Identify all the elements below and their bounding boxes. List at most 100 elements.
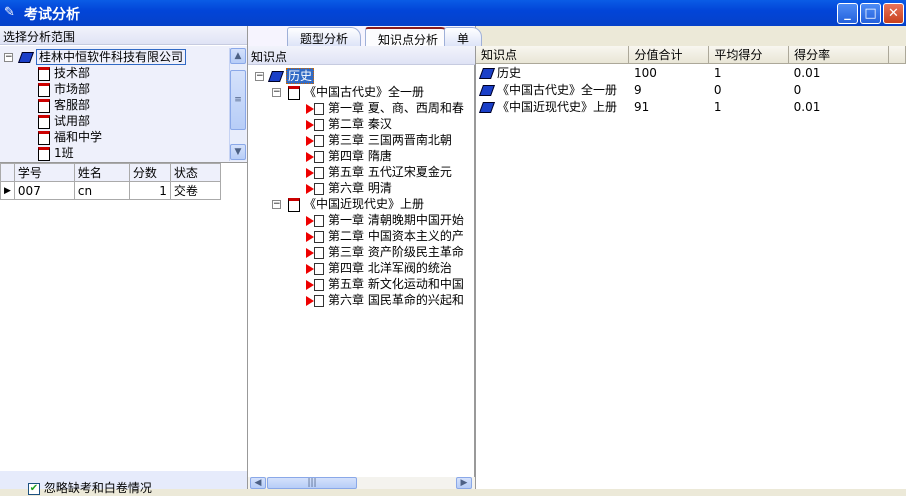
table-row[interactable]: 历史 100 1 0.01 <box>476 64 906 82</box>
table-row[interactable]: ▶ 007 cn 1 交卷 <box>0 181 221 200</box>
cell-total: 100 <box>633 65 657 80</box>
scroll-up-button[interactable]: ▲ <box>230 48 246 64</box>
tree-node[interactable]: 1班 <box>38 145 74 161</box>
tab-knowledge[interactable]: 知识点分析 <box>365 27 452 47</box>
arrow-icon <box>306 183 314 194</box>
node-label: 1班 <box>54 146 74 160</box>
tree-node[interactable]: 市场部 <box>38 81 90 97</box>
cell-total: 9 <box>633 82 642 97</box>
vertical-scrollbar[interactable]: ▲ ≡ ▼ <box>229 48 246 161</box>
tree-node-book[interactable]: 《中国古代史》全一册 <box>288 84 424 100</box>
calendar-icon <box>38 98 50 113</box>
tree-node-root[interactable]: 历史 <box>267 68 315 84</box>
tree-node-chapter[interactable]: 第四章 隋唐 <box>306 148 392 164</box>
col-name[interactable]: 姓名 <box>73 163 130 182</box>
collapse-icon[interactable]: − <box>272 200 281 209</box>
student-grid: 学号 姓名 分数 状态 ▶ 007 cn 1 交卷 <box>0 163 221 200</box>
tree-node-chapter[interactable]: 第三章 资产阶级民主革命 <box>306 244 464 260</box>
tab-question-type[interactable]: 题型分析 <box>287 27 362 46</box>
scroll-left-button[interactable]: ◀ <box>250 477 266 489</box>
col-id[interactable]: 学号 <box>13 163 75 182</box>
col-avg[interactable]: 平均得分 <box>708 46 790 64</box>
options-bar: ✔ 忽略缺考和白卷情况 <box>0 471 247 495</box>
tree-node-root[interactable]: 桂林中恒软件科技有限公司 <box>17 49 187 65</box>
cell-avg: 0 <box>713 82 722 97</box>
knowledge-header: 知识点 <box>248 46 475 65</box>
tree-node-chapter[interactable]: 第六章 国民革命的兴起和 <box>306 292 464 308</box>
col-status[interactable]: 状态 <box>169 163 221 182</box>
knowledge-name: 《中国近现代史》上册 <box>497 100 618 114</box>
node-label: 技术部 <box>54 66 91 80</box>
middle-panel: 题型分析 知识点分析 单题分析 知识点 − 历史 − 《中国古代史》全一册第一章 … <box>247 26 483 489</box>
node-label: 市场部 <box>54 82 91 96</box>
table-row[interactable]: 《中国古代史》全一册 9 0 0 <box>476 81 906 98</box>
tree-node[interactable]: 试用部 <box>38 113 90 129</box>
col-rate[interactable]: 得分率 <box>788 46 889 64</box>
tree-node-chapter[interactable]: 第二章 中国资本主义的产 <box>306 228 464 244</box>
close-button[interactable]: ✕ <box>883 3 904 24</box>
table-row[interactable]: 《中国近现代史》上册 91 1 0.01 <box>476 98 906 115</box>
scroll-right-button[interactable]: ▶ <box>456 477 472 489</box>
tab-single-question[interactable]: 单题分析 <box>444 27 483 97</box>
collapse-icon[interactable]: − <box>255 72 264 81</box>
node-label: 第六章 明清 <box>328 181 392 195</box>
arrow-icon <box>306 215 314 226</box>
arrow-icon <box>306 167 314 178</box>
node-label: 试用部 <box>54 114 91 128</box>
calendar-icon <box>38 130 50 145</box>
tree-node-book[interactable]: 《中国近现代史》上册 <box>288 196 424 212</box>
calendar-icon <box>38 82 50 97</box>
col-knowledge[interactable]: 知识点 <box>476 46 630 64</box>
node-label: 客服部 <box>54 98 91 112</box>
document-icon <box>314 166 324 179</box>
scroll-thumb[interactable]: ≡ <box>230 70 246 130</box>
col-total[interactable]: 分值合计 <box>628 46 710 64</box>
tree-node-chapter[interactable]: 第六章 明清 <box>306 180 392 196</box>
left-panel: 选择分析范围 − 桂林中恒软件科技有限公司 技术部 市场部 客服部 试用部 福和中学 1班… <box>0 26 247 495</box>
minimize-button[interactable]: _ <box>837 3 858 24</box>
document-icon <box>314 102 324 115</box>
window-title: 考试分析 <box>24 7 80 23</box>
maximize-button[interactable]: □ <box>860 3 881 24</box>
ignore-absent-checkbox[interactable]: ✔ 忽略缺考和白卷情况 <box>28 479 152 496</box>
calendar-icon <box>38 146 50 161</box>
document-icon <box>314 182 324 195</box>
document-icon <box>314 278 324 291</box>
tree-node-chapter[interactable]: 第三章 三国两晋南北朝 <box>306 132 452 148</box>
cell-knowledge: 历史 <box>476 64 629 82</box>
title-bar: ✎ 考试分析 _ □ ✕ <box>0 0 906 26</box>
collapse-icon[interactable]: − <box>4 53 13 62</box>
node-label: 第五章 新文化运动和中国 <box>328 277 464 291</box>
cell-avg: 1 <box>713 99 722 114</box>
node-label: 第六章 国民革命的兴起和 <box>328 293 464 307</box>
calendar-icon <box>288 85 300 100</box>
calendar-icon <box>38 114 50 129</box>
arrow-icon <box>306 135 314 146</box>
tree-node-chapter[interactable]: 第五章 五代辽宋夏金元 <box>306 164 452 180</box>
book-icon <box>478 102 496 113</box>
tree-node-chapter[interactable]: 第一章 清朝晚期中国开始 <box>306 212 464 228</box>
calendar-icon <box>288 197 300 212</box>
app-icon: ✎ <box>4 5 15 20</box>
tree-node[interactable]: 福和中学 <box>38 129 102 145</box>
scroll-thumb[interactable]: ||| <box>267 477 357 489</box>
tree-node-chapter[interactable]: 第四章 北洋军阀的统治 <box>306 260 452 276</box>
cell-name: cn <box>73 181 130 200</box>
node-label: 《中国古代史》全一册 <box>304 85 425 99</box>
node-label: 第一章 清朝晚期中国开始 <box>328 213 464 227</box>
tree-node[interactable]: 技术部 <box>38 65 90 81</box>
horizontal-scrollbar[interactable]: ◀ ||| ▶ <box>248 477 475 489</box>
col-score[interactable]: 分数 <box>128 163 171 182</box>
tree-node-chapter[interactable]: 第一章 夏、商、西周和春 <box>306 100 464 116</box>
scroll-down-button[interactable]: ▼ <box>230 144 246 160</box>
checkbox-label: 忽略缺考和白卷情况 <box>43 481 152 495</box>
document-icon <box>314 230 324 243</box>
tree-node-chapter[interactable]: 第五章 新文化运动和中国 <box>306 276 464 292</box>
collapse-icon[interactable]: − <box>272 88 281 97</box>
tree-node[interactable]: 客服部 <box>38 97 90 113</box>
document-icon <box>314 134 324 147</box>
knowledge-name: 历史 <box>497 66 522 80</box>
tree-node-chapter[interactable]: 第二章 秦汉 <box>306 116 392 132</box>
cell-knowledge: 《中国近现代史》上册 <box>476 98 629 115</box>
arrow-icon <box>306 231 314 242</box>
